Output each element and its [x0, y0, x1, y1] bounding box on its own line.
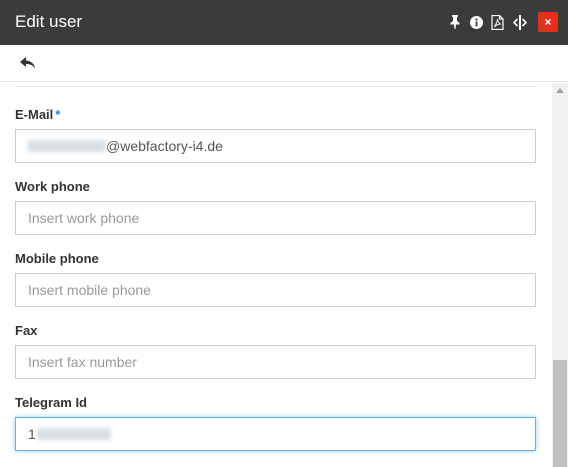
- mobile-phone-field[interactable]: Insert mobile phone: [15, 273, 536, 307]
- section-divider: [15, 86, 536, 87]
- redacted-text: [36, 428, 111, 440]
- form-content: E-Mail * @webfactory-i4.de Work phone Ins…: [0, 83, 552, 467]
- reply-arrow-icon: [20, 56, 35, 69]
- back-button[interactable]: [18, 54, 38, 72]
- window-titlebar: Edit user ×: [0, 0, 568, 45]
- work-phone-field[interactable]: Insert work phone: [15, 201, 536, 235]
- resize-icon[interactable]: [511, 12, 529, 32]
- required-marker: *: [55, 107, 61, 122]
- mobile-phone-label: Mobile phone: [15, 251, 99, 266]
- fax-field[interactable]: Insert fax number: [15, 345, 536, 379]
- pin-icon[interactable]: [446, 12, 464, 32]
- telegram-id-field[interactable]: 1: [15, 417, 536, 451]
- pdf-icon[interactable]: [488, 12, 506, 32]
- telegram-id-label: Telegram Id: [15, 395, 88, 410]
- fax-label: Fax: [15, 323, 38, 338]
- email-label: E-Mail *: [15, 107, 61, 122]
- work-phone-label: Work phone: [15, 179, 90, 194]
- close-button[interactable]: ×: [538, 12, 558, 32]
- scroll-up-arrow[interactable]: [556, 88, 564, 93]
- vertical-scrollbar[interactable]: [552, 83, 568, 467]
- redacted-text: [28, 140, 106, 152]
- dialog-toolbar: [0, 45, 568, 82]
- window-title: Edit user: [15, 12, 83, 31]
- email-field[interactable]: @webfactory-i4.de: [15, 129, 536, 163]
- scrollbar-thumb[interactable]: [553, 360, 567, 467]
- info-icon[interactable]: [467, 12, 485, 32]
